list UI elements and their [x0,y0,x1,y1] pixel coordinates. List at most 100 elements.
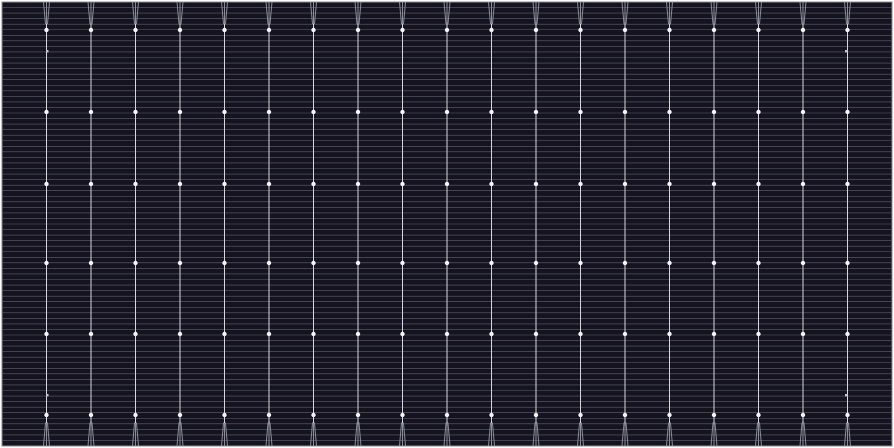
solder-point-icon [800,412,806,418]
solder-point-icon [133,331,138,337]
corner-mark-icon [845,50,848,53]
solder-point-icon [667,181,672,187]
solder-point-icon [845,412,850,418]
solder-point-icon [533,109,539,115]
solder-point-icon [711,109,717,115]
solder-point-icon [578,181,583,187]
solder-point-icon [845,331,850,337]
solder-point-icon [622,109,628,115]
solder-point-icon [355,412,361,418]
solder-point-icon [444,109,450,115]
solder-point-icon [800,109,806,115]
solder-point-icon [400,27,405,33]
solder-point-icon [845,109,850,115]
solder-point-icon [489,412,494,418]
solder-point-icon [222,181,227,187]
solder-point-icon [667,27,672,33]
solder-point-icon [177,412,183,418]
solder-point-icon [444,331,450,337]
solder-point-icon [133,109,138,115]
solder-point-icon [355,27,361,33]
solder-point-icon [578,260,583,266]
solder-point-icon [222,331,227,337]
solder-point-icon [88,109,94,115]
solder-point-icon [622,412,628,418]
solder-point-icon [711,181,717,187]
solder-point-icon [622,260,628,266]
solder-point-icon [44,331,49,337]
solder-point-icon [444,260,450,266]
solder-point-icon [711,331,717,337]
solder-point-icon [845,27,850,33]
solder-point-icon [578,331,583,337]
solder-point-icon [355,109,361,115]
solder-point-icon [133,412,138,418]
solder-point-icon [533,260,539,266]
solder-point-icon [311,27,316,33]
solder-point-icon [400,109,405,115]
corner-mark-icon [46,394,49,397]
solder-point-icon [800,331,806,337]
solder-point-icon [88,27,94,33]
solder-point-icon [311,412,316,418]
solder-point-icon [756,27,761,33]
solder-point-icon [533,412,539,418]
solder-point-icon [222,27,227,33]
solder-point-icon [222,109,227,115]
solder-point-icon [800,27,806,33]
solder-point-icon [489,260,494,266]
solder-point-icon [355,260,361,266]
solder-point-icon [266,27,272,33]
solder-point-icon [533,27,539,33]
solder-point-icon [444,27,450,33]
solder-point-icon [400,412,405,418]
solder-point-icon [578,27,583,33]
solder-point-icon [845,181,850,187]
solder-point-icon [44,27,49,33]
solder-point-icon [400,331,405,337]
solder-point-icon [489,181,494,187]
solder-point-icon [88,331,94,337]
solder-point-icon [756,109,761,115]
solder-point-icon [177,260,183,266]
solder-point-icon [44,412,49,418]
solder-point-icon [177,331,183,337]
solder-point-icon [756,181,761,187]
solder-point-icon [311,260,316,266]
solder-point-icon [622,27,628,33]
solder-point-icon [533,331,539,337]
solder-point-icon [44,109,49,115]
solder-point-icon [311,331,316,337]
solder-point-icon [400,181,405,187]
corner-mark-icon [845,394,848,397]
solder-point-icon [756,331,761,337]
solder-point-icon [177,181,183,187]
solder-point-icon [88,260,94,266]
solder-point-icon [845,260,850,266]
solder-point-icon [266,109,272,115]
solder-point-icon [667,331,672,337]
solder-point-icon [266,181,272,187]
solder-point-icon [622,331,628,337]
solder-point-icon [222,412,227,418]
solder-point-icon [489,27,494,33]
solder-point-icon [177,27,183,33]
solder-point-icon [133,27,138,33]
solder-point-icon [88,412,94,418]
solder-point-icon [133,260,138,266]
solder-point-icon [266,331,272,337]
solder-point-icon [311,109,316,115]
solder-point-icon [578,412,583,418]
solder-point-icon [622,181,628,187]
solder-point-icon [88,181,94,187]
solder-point-icon [266,412,272,418]
solder-point-icon [44,181,49,187]
solder-point-icon [800,260,806,266]
solder-point-icon [578,109,583,115]
solder-point-icon [711,260,717,266]
solder-point-icon [489,109,494,115]
solder-point-icon [756,412,761,418]
solder-point-icon [667,109,672,115]
solder-point-icon [44,260,49,266]
solder-point-icon [489,331,494,337]
